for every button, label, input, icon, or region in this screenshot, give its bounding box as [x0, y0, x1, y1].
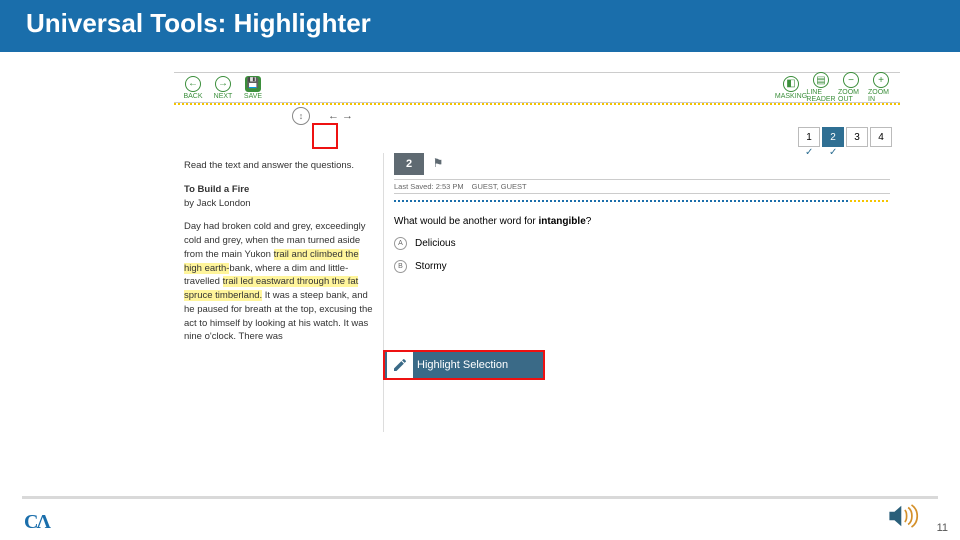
zoom-out-icon: − — [843, 72, 859, 88]
passage-title: To Build a Fire — [184, 183, 373, 197]
passage-body[interactable]: Day had broken cold and grey, exceedingl… — [184, 220, 373, 344]
save-button[interactable]: 💾 SAVE — [240, 76, 266, 100]
masking-button[interactable]: ◧ MASKING — [778, 76, 804, 100]
passage-instruction: Read the text and answer the questions. — [184, 159, 373, 173]
zoom-in-icon: + — [873, 72, 889, 88]
slide-footer: CΛ 11 — [0, 496, 960, 540]
flag-icon[interactable]: ⚑ — [433, 156, 444, 170]
option-label: Stormy — [415, 261, 447, 272]
save-icon: 💾 — [245, 76, 261, 92]
pager-item-4[interactable]: 4 — [870, 127, 892, 147]
callout-highlight-tool — [312, 123, 338, 149]
pager-item-2[interactable]: 2✓ — [822, 127, 844, 147]
radio-icon: A — [394, 237, 407, 250]
user-name: GUEST, GUEST — [472, 182, 527, 191]
passage-author: by Jack London — [184, 197, 373, 211]
passage-toolbar: ↕ ← → — [174, 105, 900, 127]
main-toolbar: ← BACK → NEXT 💾 SAVE ◧ MASKING ▤ LINE RE… — [174, 73, 900, 103]
slide-title: Universal Tools: Highlighter — [0, 0, 960, 49]
back-button[interactable]: ← BACK — [180, 76, 206, 100]
masking-label: MASKING — [775, 93, 807, 100]
context-menu-label: Highlight Selection — [417, 359, 508, 371]
answer-options: A Delicious B Stormy — [394, 237, 890, 273]
zoom-out-button[interactable]: − ZOOM OUT — [838, 72, 864, 103]
question-number-box: 2 — [394, 153, 424, 175]
option-b[interactable]: B Stormy — [394, 260, 890, 273]
line-reader-label: LINE READER — [806, 89, 835, 103]
nav-arrows[interactable]: ← → — [328, 110, 353, 122]
pager-item-3[interactable]: 3 — [846, 127, 868, 147]
arrow-left-icon: ← — [185, 76, 201, 92]
context-menu-highlight[interactable]: Highlight Selection — [383, 350, 545, 380]
slide-stage: ← BACK → NEXT 💾 SAVE ◧ MASKING ▤ LINE RE… — [0, 52, 960, 492]
question-pager: 1✓ 2✓ 3 4 — [798, 127, 892, 147]
speaker-icon[interactable] — [886, 501, 920, 536]
passage-pane: Read the text and answer the questions. … — [174, 153, 384, 432]
status-bar: Last Saved: 2:53 PM GUEST, GUEST — [394, 179, 890, 194]
next-label: NEXT — [214, 93, 233, 100]
save-label: SAVE — [244, 93, 262, 100]
separator-dots-right — [394, 200, 890, 202]
question-stem: What would be another word for intangibl… — [394, 216, 890, 227]
line-reader-button[interactable]: ▤ LINE READER — [808, 72, 834, 103]
question-pane: 2 ⚑ Last Saved: 2:53 PM GUEST, GUEST Wha… — [384, 153, 900, 432]
masking-icon: ◧ — [783, 76, 799, 92]
arrow-right-icon: → — [215, 76, 231, 92]
zoom-in-button[interactable]: + ZOOM IN — [868, 72, 894, 103]
brand-logo: CΛ — [24, 511, 49, 534]
radio-icon: B — [394, 260, 407, 273]
back-label: BACK — [183, 93, 202, 100]
footer-rule — [22, 496, 938, 499]
line-reader-icon: ▤ — [813, 72, 829, 88]
zoom-in-label: ZOOM IN — [868, 89, 894, 103]
pencil-icon — [387, 352, 413, 378]
zoom-out-label: ZOOM OUT — [838, 89, 864, 103]
option-a[interactable]: A Delicious — [394, 237, 890, 250]
page-number: 11 — [937, 522, 948, 534]
last-saved: Last Saved: 2:53 PM — [394, 182, 464, 191]
pager-item-1[interactable]: 1✓ — [798, 127, 820, 147]
expand-icon[interactable]: ↕ — [292, 107, 310, 125]
option-label: Delicious — [415, 238, 456, 249]
next-button[interactable]: → NEXT — [210, 76, 236, 100]
content-split: Read the text and answer the questions. … — [174, 153, 900, 432]
